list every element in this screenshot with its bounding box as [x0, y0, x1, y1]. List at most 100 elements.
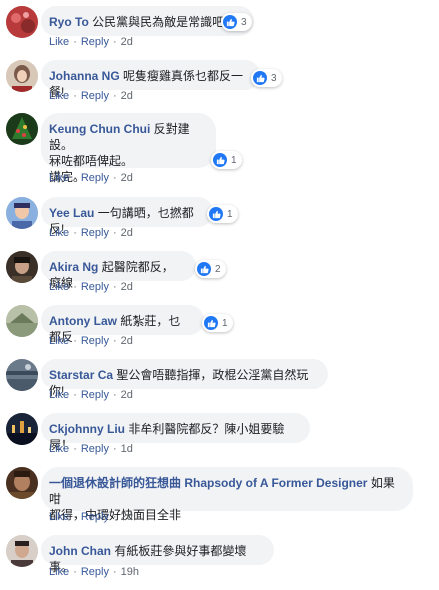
like-link[interactable]: Like — [49, 443, 69, 455]
reaction-summary[interactable]: 3 — [251, 69, 282, 87]
comment-bubble: Johanna NG 呢隻瘦雞真係乜都反一餐! — [41, 60, 260, 99]
like-thumb-icon — [197, 262, 211, 276]
avatar[interactable] — [6, 6, 38, 38]
separator-dot: · — [73, 281, 77, 293]
avatar[interactable] — [6, 251, 38, 283]
comment-bubble: Keung Chun Chui 反對建設。 冧咗都唔俾起。 講完。 — [41, 113, 216, 184]
comment-bubble: Antony Law 紙紮莊，乜都反 — [41, 305, 204, 344]
reaction-summary[interactable]: 1 — [202, 314, 233, 332]
reply-link[interactable]: Reply — [81, 335, 109, 347]
comment-actions: Like · Reply · 2d — [49, 227, 133, 239]
reply-link[interactable]: Reply — [81, 281, 109, 293]
timestamp[interactable]: 19h — [121, 566, 139, 578]
timestamp[interactable]: 2d — [121, 172, 133, 184]
timestamp[interactable]: 2d — [121, 36, 133, 48]
timestamp[interactable]: 2d — [121, 90, 133, 102]
separator-dot: · — [112, 90, 117, 102]
comment-author[interactable]: John Chan — [49, 544, 111, 558]
timestamp[interactable]: 2d — [121, 227, 133, 239]
separator-dot: · — [112, 389, 117, 401]
reaction-summary[interactable]: 1 — [211, 151, 242, 169]
like-link[interactable]: Like — [49, 389, 69, 401]
separator-dot: · — [73, 227, 77, 239]
comment-actions: Like · Reply · 1d — [49, 443, 133, 455]
like-link[interactable]: Like — [49, 90, 69, 102]
reply-link[interactable]: Reply — [81, 227, 109, 239]
reply-link[interactable]: Reply — [81, 566, 109, 578]
separator-dot: · — [73, 443, 77, 455]
reply-link[interactable]: Reply — [81, 389, 109, 401]
comment-author[interactable]: Ryo To — [49, 15, 89, 29]
comment-text-line: 冧咗都唔俾起。 — [49, 154, 134, 168]
like-link[interactable]: Like — [49, 566, 69, 578]
comment-author[interactable]: Antony Law — [49, 314, 117, 328]
avatar[interactable] — [6, 60, 38, 92]
reply-link[interactable]: Reply — [81, 90, 109, 102]
comment-bubble: John Chan 有紙板莊參與好事都變壞事。 — [41, 535, 274, 574]
separator-dot: · — [112, 566, 117, 578]
like-link[interactable]: Like — [49, 227, 69, 239]
comment-actions: Like · Reply · 2d — [49, 389, 133, 401]
like-link[interactable]: Like — [49, 281, 69, 293]
like-link[interactable]: Like — [49, 172, 69, 184]
separator-dot: · — [73, 511, 77, 523]
separator-dot: · — [112, 335, 117, 347]
timestamp[interactable]: 2d — [121, 281, 133, 293]
separator-dot: · — [73, 172, 77, 184]
avatar[interactable] — [6, 113, 38, 145]
reaction-summary[interactable]: 1 — [207, 205, 238, 223]
comment-actions: Like · Reply · 2d — [49, 335, 133, 347]
comment-actions: Like · Reply · 2d — [49, 281, 133, 293]
timestamp[interactable]: 2d — [121, 335, 133, 347]
avatar[interactable] — [6, 197, 38, 229]
reaction-count: 1 — [231, 154, 237, 166]
like-thumb-icon — [209, 207, 223, 221]
comment-actions: Like · Reply · 2d — [49, 172, 133, 184]
separator-dot: · — [73, 335, 77, 347]
comment-bubble: 一個退休設計師的狂想曲 Rhapsody of A Former Designe… — [41, 467, 413, 522]
separator-dot: · — [112, 227, 117, 239]
like-link[interactable]: Like — [49, 36, 69, 48]
avatar[interactable] — [6, 305, 38, 337]
comment-author[interactable]: Johanna NG — [49, 69, 120, 83]
avatar[interactable] — [6, 467, 38, 499]
comment-author[interactable]: Keung Chun Chui — [49, 122, 150, 136]
timestamp[interactable]: 2d — [121, 511, 133, 523]
reply-link[interactable]: Reply — [81, 511, 109, 523]
separator-dot: · — [73, 36, 77, 48]
avatar[interactable] — [6, 535, 38, 567]
comment-author[interactable]: Yee Lau — [49, 206, 94, 220]
comment-text: 公民黨與民為敵是常識吧 — [92, 15, 225, 29]
comment-actions: Like · Reply · 2d — [49, 36, 133, 48]
comment-bubble: Ckjohnny Liu 非牟利醫院都反？陳小姐要驗屍！ — [41, 413, 310, 452]
comment-actions: Like · Reply · 19h — [49, 566, 139, 578]
comment-actions: Like · Reply · 2d — [49, 511, 133, 523]
reply-link[interactable]: Reply — [81, 172, 109, 184]
like-thumb-icon — [223, 15, 237, 29]
separator-dot: · — [112, 281, 117, 293]
timestamp[interactable]: 1d — [121, 443, 133, 455]
like-link[interactable]: Like — [49, 511, 69, 523]
reaction-summary[interactable]: 3 — [221, 13, 252, 31]
reaction-summary[interactable]: 2 — [195, 260, 226, 278]
separator-dot: · — [73, 389, 77, 401]
timestamp[interactable]: 2d — [121, 389, 133, 401]
comment-author[interactable]: Ckjohnny Liu — [49, 422, 125, 436]
like-link[interactable]: Like — [49, 335, 69, 347]
separator-dot: · — [112, 36, 117, 48]
comment-author[interactable]: 一個退休設計師的狂想曲 Rhapsody of A Former Designe… — [49, 476, 367, 490]
reply-link[interactable]: Reply — [81, 36, 109, 48]
comment-author[interactable]: Akira Ng — [49, 260, 98, 274]
avatar[interactable] — [6, 413, 38, 445]
separator-dot: · — [112, 511, 117, 523]
reaction-count: 1 — [227, 208, 233, 220]
reply-link[interactable]: Reply — [81, 443, 109, 455]
like-thumb-icon — [213, 153, 227, 167]
reaction-count: 1 — [222, 317, 228, 329]
comment-bubble: Akira Ng 起醫院都反，癡線 — [41, 251, 196, 290]
comment-author[interactable]: Starstar Ca — [49, 368, 113, 382]
avatar[interactable] — [6, 359, 38, 391]
separator-dot: · — [73, 566, 77, 578]
like-thumb-icon — [204, 316, 218, 330]
reaction-count: 3 — [271, 72, 277, 84]
